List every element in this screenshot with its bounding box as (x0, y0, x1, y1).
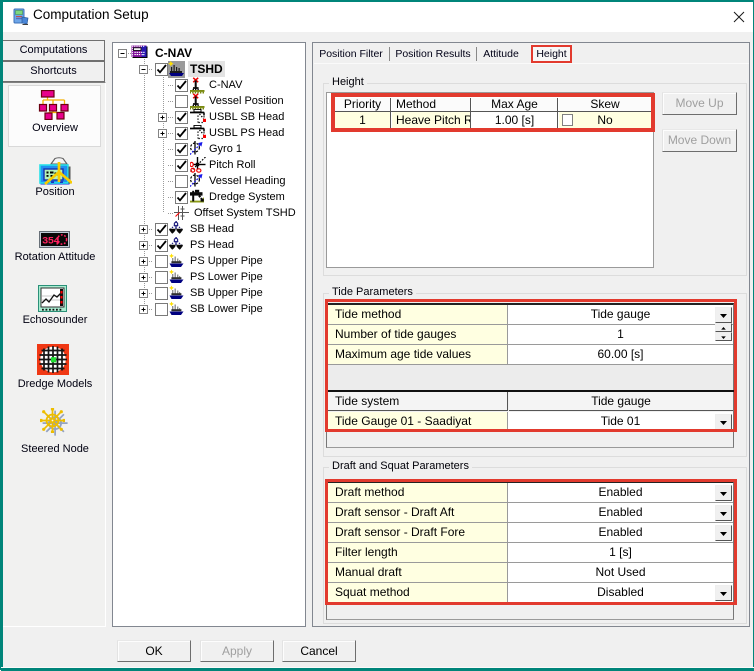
svg-text:354: 354 (42, 236, 60, 248)
